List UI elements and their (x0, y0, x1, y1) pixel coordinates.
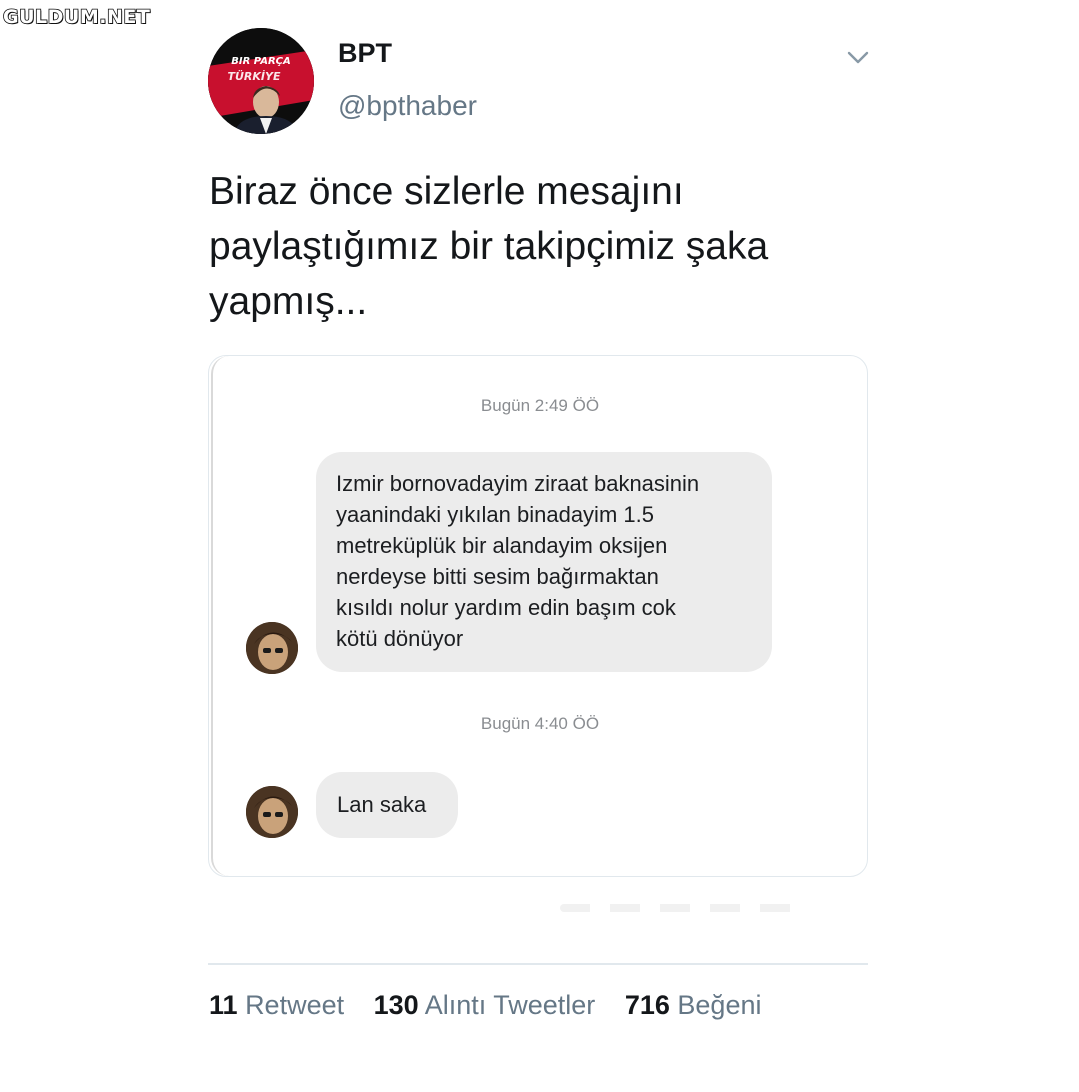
sender-avatar (246, 622, 298, 674)
sender-avatar (246, 786, 298, 838)
chat-message-bubble: Lan saka (316, 772, 458, 838)
chat-timestamp: Bugün 4:40 ÖÖ (480, 714, 600, 733)
message-line: nerdeyse bitti sesim bağırmaktan (336, 564, 659, 589)
divider (208, 963, 868, 965)
like-label: Beğeni (677, 990, 762, 1020)
user-handle[interactable]: @bpthaber (338, 90, 477, 122)
message-line: kısıldı nolur yardım edin başım cok (336, 595, 676, 620)
message-line: Izmir bornovadayim ziraat baknasinin (336, 471, 700, 496)
avatar-text-bottom: TÜRKİYE (227, 69, 280, 83)
attached-image-card[interactable]: Bugün 2:49 ÖÖ Izmir bornovadayim ziraat … (208, 355, 868, 877)
chat-timestamp: Bugün 2:49 ÖÖ (480, 396, 600, 415)
tweet-stats: 11 Retweet 130 Alıntı Tweetler 716 Beğen… (209, 990, 783, 1021)
chat-message-bubble: Izmir bornovadayim ziraat baknasinin yaa… (316, 452, 772, 672)
avatar-text-top: BIR PARÇA (231, 56, 290, 67)
tweet-text-line: paylaştığımız bir takipçimiz şaka (209, 225, 769, 268)
display-name[interactable]: BPT (338, 38, 392, 69)
retweet-count-value: 11 (209, 990, 238, 1020)
retweet-label: Retweet (245, 990, 345, 1020)
like-count-value: 716 (624, 990, 670, 1020)
quote-count-value: 130 (373, 990, 419, 1020)
site-watermark: GULDUM.NET (2, 5, 151, 29)
message-line: yaanindaki yıkılan binadayim 1.5 (336, 502, 654, 527)
tweet-text-line: Biraz önce sizlerle mesajını (209, 170, 684, 213)
quote-label: Alıntı Tweetler (424, 990, 596, 1020)
message-line: Lan saka (337, 792, 427, 817)
tweet-screenshot: GULDUM.NET BIR PARÇA TÜRKİYE BPT @bpthab… (0, 0, 1079, 1092)
retweet-count[interactable]: 11 Retweet (209, 990, 344, 1021)
chevron-down-icon[interactable] (842, 42, 874, 74)
message-line: metreküplük bir alandayim oksijen (336, 533, 668, 558)
tweet-text: Biraz önce sizlerle mesajını paylaştığım… (209, 164, 889, 329)
faint-artifact (560, 904, 800, 912)
message-line: kötü dönüyor (336, 626, 464, 651)
chat-screenshot: Bugün 2:49 ÖÖ Izmir bornovadayim ziraat … (211, 356, 867, 876)
tweet-text-line: yapmış... (209, 280, 368, 323)
avatar-image: BIR PARÇA TÜRKİYE (208, 28, 314, 134)
like-count[interactable]: 716 Beğeni (625, 990, 762, 1021)
profile-avatar[interactable]: BIR PARÇA TÜRKİYE (208, 28, 314, 134)
quote-tweet-count[interactable]: 130 Alıntı Tweetler (374, 990, 596, 1021)
